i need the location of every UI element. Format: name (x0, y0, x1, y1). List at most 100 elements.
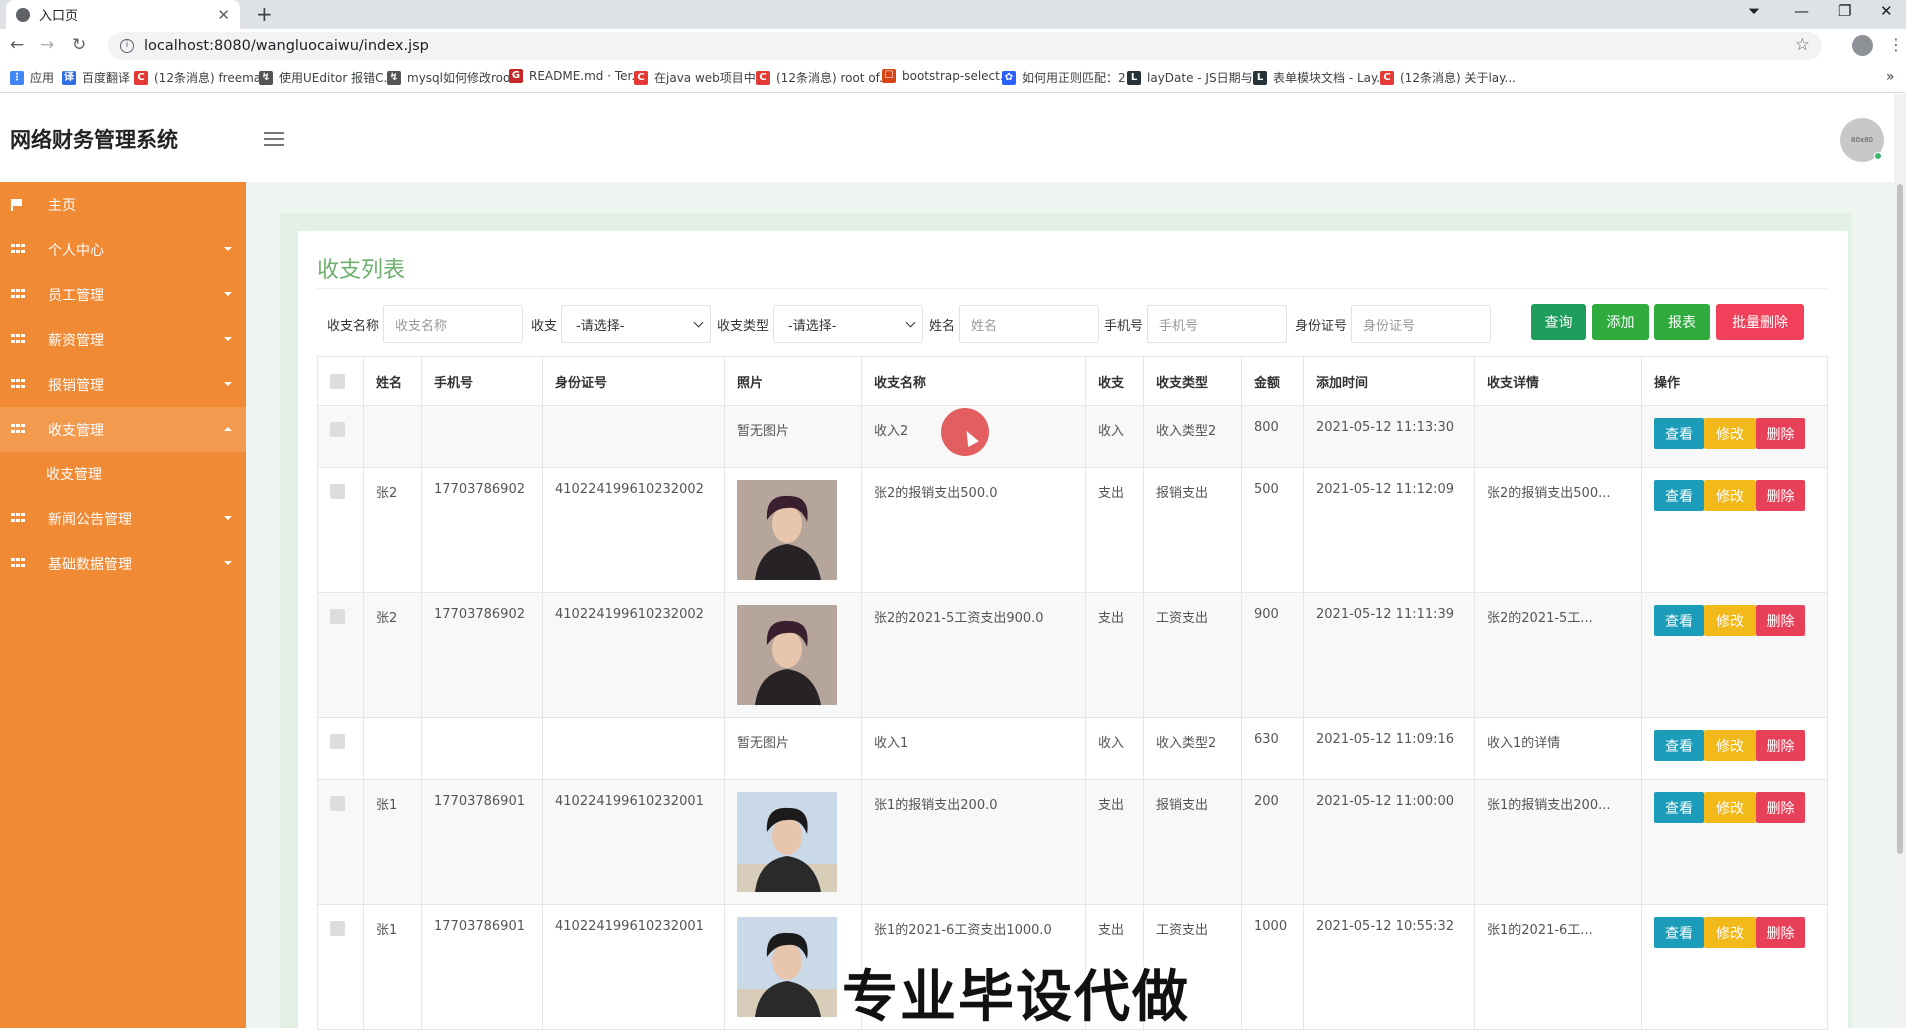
operations-cell: 查看 修改 删除 (1641, 405, 1828, 468)
restore-icon[interactable]: ❐ (1838, 2, 1851, 20)
more-bookmarks-icon[interactable]: » (1886, 69, 1895, 85)
bookmark-item[interactable]: ☐ bootstrap-select... (882, 69, 1011, 83)
edit-button[interactable]: 修改 (1704, 480, 1756, 511)
search-id-input[interactable]: 身份证号 (1351, 305, 1492, 343)
view-button[interactable]: 查看 (1654, 730, 1704, 761)
edit-button[interactable]: 修改 (1704, 605, 1756, 636)
photo-thumbnail[interactable] (737, 917, 837, 1017)
photo-thumbnail[interactable] (737, 605, 837, 705)
row-checkbox[interactable] (330, 609, 345, 624)
bookmark-item[interactable]: ⋮ 应用 (10, 69, 54, 86)
photo-thumbnail[interactable] (737, 480, 837, 580)
cell-detail (1474, 405, 1642, 468)
sidebar-item-income-expense[interactable]: 收支管理 (0, 407, 246, 452)
view-button[interactable]: 查看 (1654, 917, 1704, 948)
sidebar-item-home[interactable]: 主页 (0, 182, 246, 227)
close-tab-icon[interactable]: ✕ (217, 6, 230, 24)
table-row: 暂无图片 收入1 收入 收入类型2 630 2021-05-12 11:09:16 收入1的… (317, 717, 1828, 780)
delete-button[interactable]: 删除 (1756, 730, 1805, 761)
bookmark-item[interactable]: C (12条消息) freema... (134, 69, 273, 86)
close-window-icon[interactable]: ✕ (1880, 2, 1893, 20)
view-button[interactable]: 查看 (1654, 605, 1704, 636)
bookmark-item[interactable]: ↯ mysql如何修改roo... (387, 69, 522, 86)
search-type-select[interactable]: -请选择- (561, 305, 712, 343)
edit-button[interactable]: 修改 (1704, 792, 1756, 823)
avatar[interactable]: 80x80 (1840, 118, 1884, 162)
report-button[interactable]: 报表 (1654, 304, 1710, 340)
row-checkbox[interactable] (330, 422, 345, 437)
hamburger-menu-icon[interactable] (264, 132, 284, 146)
back-icon[interactable]: ← (10, 35, 24, 55)
bookmark-item[interactable]: ↯ 使用UEditor 报错C... (259, 69, 395, 86)
delete-button[interactable]: 删除 (1756, 418, 1805, 449)
caret-down-icon (224, 561, 232, 565)
bookmark-item[interactable]: C 在java web项目中... (634, 69, 767, 86)
edit-button[interactable]: 修改 (1704, 730, 1756, 761)
bookmark-item[interactable]: LlayDate - JS日期与... (1127, 69, 1264, 86)
sidebar-item-reimbursement[interactable]: 报销管理 (0, 362, 246, 407)
browser-tab[interactable]: 入口页 ✕ (6, 0, 240, 29)
delete-button[interactable]: 删除 (1756, 917, 1805, 948)
bookmark-item[interactable]: G README.md · Ter... (509, 69, 643, 83)
account-icon[interactable] (1852, 35, 1873, 56)
bookmark-star-icon[interactable]: ☆ (1795, 35, 1810, 55)
photo-thumbnail[interactable] (737, 792, 837, 892)
cell-phone: 17703786901 (421, 779, 543, 905)
search-phone-input[interactable]: 手机号 (1147, 305, 1288, 343)
info-icon[interactable]: i (120, 39, 134, 53)
search-name-input[interactable]: 收支名称 (383, 305, 524, 343)
add-button[interactable]: 添加 (1592, 304, 1649, 340)
forward-icon[interactable]: → (40, 35, 54, 55)
select-all-checkbox[interactable] (330, 373, 345, 389)
sidebar-item-salary[interactable]: 薪资管理 (0, 317, 246, 362)
view-button[interactable]: 查看 (1654, 480, 1704, 511)
delete-button[interactable]: 删除 (1756, 480, 1805, 511)
cell-category: 收入类型2 (1143, 717, 1242, 780)
edit-button[interactable]: 修改 (1704, 917, 1756, 948)
view-button[interactable]: 查看 (1654, 418, 1704, 449)
photo-cell (724, 592, 862, 718)
row-checkbox[interactable] (330, 796, 345, 811)
page-scrollbar-thumb[interactable] (1897, 184, 1903, 854)
bookmark-item[interactable]: C (12条消息) root of... (756, 69, 890, 86)
sidebar-item-base-data[interactable]: 基础数据管理 (0, 541, 246, 586)
edit-button[interactable]: 修改 (1704, 418, 1756, 449)
view-button[interactable]: 查看 (1654, 792, 1704, 823)
bookmark-item[interactable]: L 表单模块文档 - Lay... (1253, 69, 1388, 86)
delete-button[interactable]: 删除 (1756, 792, 1805, 823)
sidebar-subitem-income-expense[interactable]: 收支管理 (0, 452, 246, 496)
income-expense-table: 姓名 手机号 身份证号 照片 收支名称 收支 收支类型 金额 添加时间 收支详情… (317, 356, 1828, 1030)
sidebar-item-personal[interactable]: 个人中心 (0, 227, 246, 272)
caret-down-icon (224, 247, 232, 251)
minimize-icon[interactable]: — (1794, 2, 1809, 20)
row-checkbox[interactable] (330, 484, 345, 499)
profile-dropdown-icon[interactable]: ⏷ (1748, 2, 1760, 20)
sidebar-item-news[interactable]: 新闻公告管理 (0, 496, 246, 541)
bookmark-label: layDate - JS日期与... (1147, 71, 1265, 85)
delete-button[interactable]: 删除 (1756, 605, 1805, 636)
title-divider (317, 288, 1827, 289)
sidebar-item-label: 报销管理 (48, 377, 104, 394)
table-row: 暂无图片 收入2 收入 收入类型2 800 2021-05-12 11:13:30 查看 修改… (317, 405, 1828, 468)
bookmark-item[interactable]: 译百度翻译 (62, 69, 130, 86)
row-select-cell (317, 904, 364, 1030)
reload-icon[interactable]: ↻ (72, 35, 86, 55)
omnibox[interactable]: i localhost:8080/wangluocaiwu/index.jsp … (108, 32, 1822, 60)
new-tab-icon[interactable]: + (256, 2, 273, 26)
bookmark-item[interactable]: C (12条消息) 关于lay... (1380, 69, 1516, 86)
search-person-input[interactable]: 姓名 (959, 305, 1100, 343)
cell-name: 张1 (363, 779, 422, 905)
search-id-label: 身份证号 (1295, 318, 1348, 334)
bookmark-item[interactable]: ✿ 如何用正则匹配：2... (1002, 69, 1137, 86)
row-checkbox[interactable] (330, 734, 345, 749)
cell-idcard: 410224199610232001 (542, 779, 725, 905)
bookmark-icon: C (1380, 70, 1394, 85)
batch-delete-button[interactable]: 批量删除 (1716, 304, 1804, 340)
row-checkbox[interactable] (330, 921, 345, 936)
more-menu-icon[interactable]: ⋮ (1888, 35, 1904, 54)
query-button[interactable]: 查询 (1531, 304, 1586, 340)
sidebar-item-employees[interactable]: 员工管理 (0, 272, 246, 317)
cell-kind: 支出 (1085, 467, 1144, 593)
search-category-select[interactable]: -请选择- (773, 305, 924, 343)
bookmark-label: 使用UEditor 报错C... (279, 71, 395, 85)
